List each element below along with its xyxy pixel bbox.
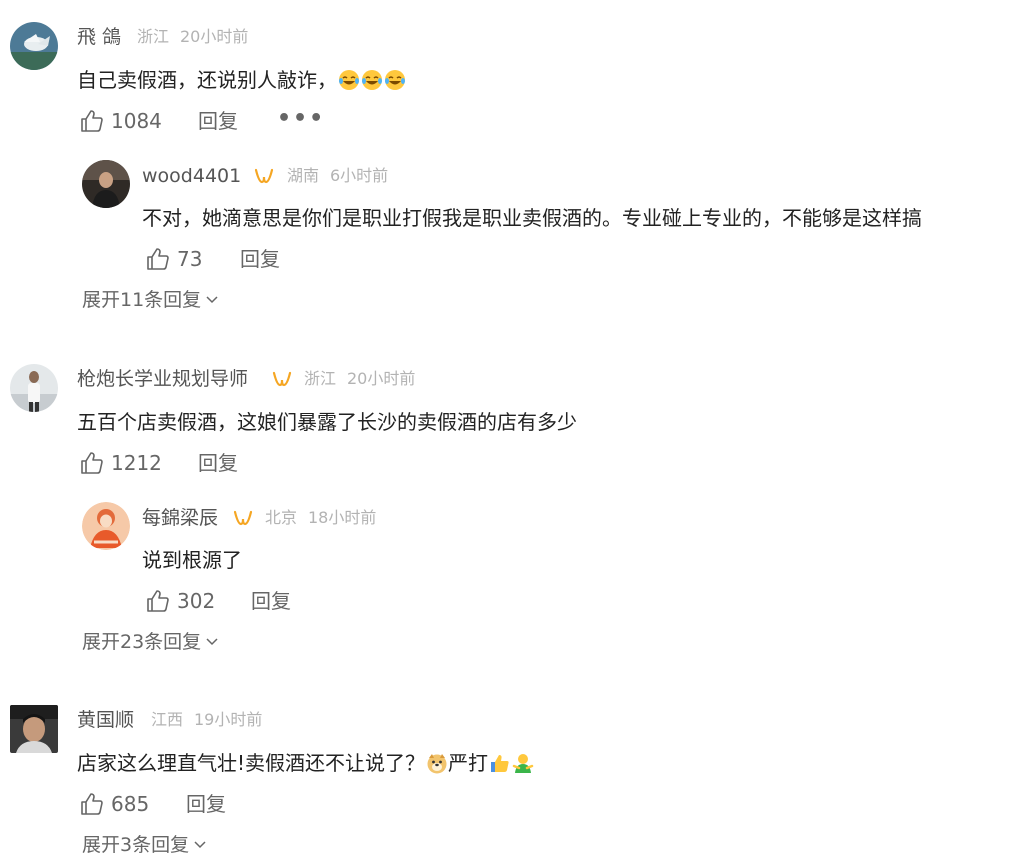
chevron-down-icon xyxy=(206,296,218,304)
doge-emoji-icon xyxy=(427,754,447,774)
meta-time: 20小时前 xyxy=(180,27,249,46)
thumbs-up-icon xyxy=(147,590,169,612)
meta-location: 浙江 xyxy=(137,27,170,46)
reply-avatar[interactable] xyxy=(82,502,130,550)
avatar[interactable] xyxy=(10,364,58,412)
more-options-button[interactable]: ••• xyxy=(277,106,325,132)
reply-button[interactable]: 回复 xyxy=(198,450,238,476)
comment-text-body: 自己卖假酒，还说别人敲诈， xyxy=(77,68,337,92)
reply-text: 说到根源了 xyxy=(142,548,242,572)
avatar[interactable] xyxy=(10,705,58,753)
reply-button[interactable]: 回复 xyxy=(251,588,291,614)
reply-button[interactable]: 回复 xyxy=(240,246,280,272)
chevron-down-icon xyxy=(206,638,218,646)
reply-button[interactable]: 回复 xyxy=(186,791,226,817)
verified-badge-icon xyxy=(254,168,274,184)
reply-button[interactable]: 回复 xyxy=(198,108,238,134)
like-button[interactable]: 685 xyxy=(79,791,149,817)
like-count: 1084 xyxy=(111,109,162,133)
expand-replies-link[interactable]: 展开11条回复 xyxy=(82,287,219,313)
comment-text-body: 店家这么理直气壮!卖假酒还不让说了？ xyxy=(77,751,426,775)
reply-username[interactable]: wood4401 xyxy=(142,164,241,188)
like-count: 73 xyxy=(177,247,203,271)
laugh-cry-emoji-icon xyxy=(339,70,359,90)
comment-text: 自己卖假酒，还说别人敲诈， xyxy=(77,66,406,94)
thumbs-up-icon xyxy=(81,793,103,815)
username[interactable]: 黄国顺 xyxy=(77,708,134,732)
meta-time: 20小时前 xyxy=(347,369,416,388)
reply-username[interactable]: 每錦梁辰 xyxy=(142,506,218,530)
thumbs-up-icon xyxy=(81,452,103,474)
comment-text: 五百个店卖假酒，这娘们暴露了长沙的卖假酒的店有多少 xyxy=(77,410,577,434)
username[interactable]: 飛 鴿 xyxy=(77,25,121,49)
reply-text: 不对，她滴意思是你们是职业打假我是职业卖假酒的。专业碰上专业的，不能够是这样搞 xyxy=(142,206,922,230)
verified-badge-icon xyxy=(233,510,253,526)
expand-replies-label: 展开23条回复 xyxy=(82,631,202,653)
avatar[interactable] xyxy=(10,22,58,70)
meta-location: 江西 xyxy=(151,710,184,729)
meta-location: 浙江 xyxy=(304,369,337,388)
comment-text-suffix: 严打 xyxy=(448,751,489,775)
like-count: 1212 xyxy=(111,451,162,475)
laugh-cry-emoji-icon xyxy=(385,70,405,90)
person-emoji-icon xyxy=(512,754,534,773)
like-button[interactable]: 1084 xyxy=(79,108,162,134)
thumbs-up-icon xyxy=(81,110,103,132)
expand-replies-link[interactable]: 展开23条回复 xyxy=(82,629,219,655)
meta-time: 19小时前 xyxy=(194,710,263,729)
verified-badge-icon xyxy=(272,371,292,387)
expand-replies-link[interactable]: 展开3条回复 xyxy=(82,832,207,858)
like-button[interactable]: 1212 xyxy=(79,450,162,476)
thumbs-up-emoji-icon xyxy=(491,755,509,772)
comment-text: 店家这么理直气壮!卖假酒还不让说了？ 严打 xyxy=(77,749,534,777)
reply-meta-location: 北京 xyxy=(265,508,298,527)
reply-avatar[interactable] xyxy=(82,160,130,208)
like-count: 302 xyxy=(177,589,216,613)
expand-replies-label: 展开11条回复 xyxy=(82,289,202,311)
thumbs-up-icon xyxy=(147,248,169,270)
laugh-cry-emoji-icon xyxy=(362,70,382,90)
reply-like-button[interactable]: 73 xyxy=(145,246,202,272)
like-count: 685 xyxy=(111,792,150,816)
reply-meta-location: 湖南 xyxy=(287,166,320,185)
reply-meta-time: 18小时前 xyxy=(308,508,377,527)
expand-replies-label: 展开3条回复 xyxy=(82,834,190,856)
reply-like-button[interactable]: 302 xyxy=(145,588,215,614)
chevron-down-icon xyxy=(194,841,206,849)
username[interactable]: 枪炮长学业规划导师 xyxy=(77,367,248,391)
reply-meta-time: 6小时前 xyxy=(330,166,389,185)
